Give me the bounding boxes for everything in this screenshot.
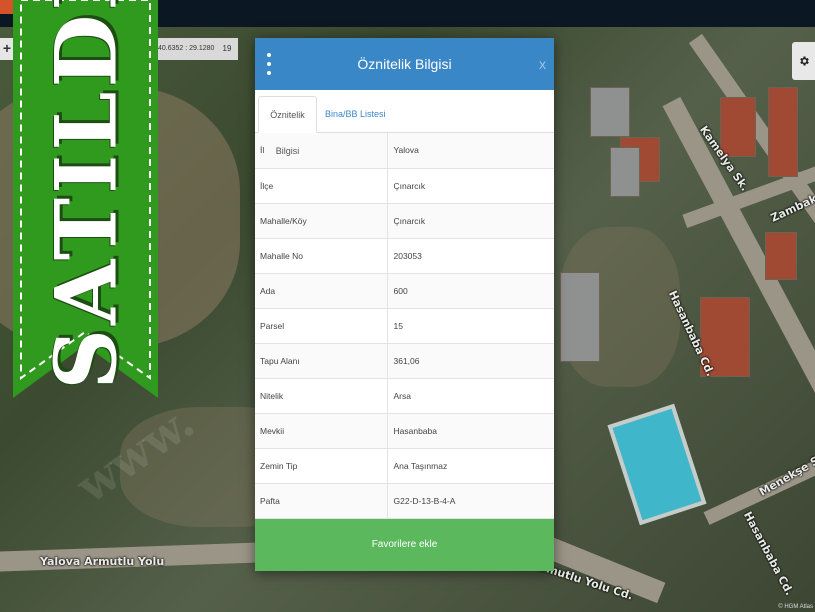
street-label: Hasanbaba Cd. [740,509,797,598]
attribute-value: Hasanbaba [387,413,554,449]
map-attribution: © HGM Atlas [778,604,813,610]
table-row: İlçe Çınarcık [255,168,554,204]
attribute-key: Mahalle/Köy [255,203,388,239]
attribute-key: Mahalle No [255,238,388,274]
zoom-level-readout: 19 [216,38,238,60]
attribute-value: 600 [387,273,554,309]
menu-accent[interactable] [0,0,14,14]
dialog-title: Öznitelik Bilgisi [357,56,452,72]
attribute-value: Çınarcık [387,203,554,239]
table-row: Mahalle No 203053 [255,238,554,274]
table-row: Tapu Alanı 361,06 [255,343,554,379]
attribute-key: İl [255,133,388,169]
table-row: Mevkii Hasanbaba [255,413,554,449]
tab-building-list[interactable]: Bina/BB Listesi [321,96,390,133]
settings-button[interactable] [792,42,815,80]
building [590,87,630,137]
street-label: Menekşe Sk. [756,448,815,499]
table-row: İl Yalova [255,133,554,169]
dialog-tabs: Öznitelik Bilgisi Bina/BB Listesi [255,90,554,156]
attribute-value: Ana Taşınmaz [387,448,554,484]
attribute-key: Parsel [255,308,388,344]
table-row: Pafta G22-D-13-B-4-A [255,483,554,519]
attribute-key: Ada [255,273,388,309]
tab-attribute-info[interactable]: Öznitelik Bilgisi [258,96,317,156]
attribute-key: İlçe [255,168,388,204]
swimming-pool [607,403,707,526]
attribute-value: 15 [387,308,554,344]
banner-text-wrap: SATILDI [21,0,151,389]
table-row: Zemin Tip Ana Taşınmaz [255,448,554,484]
building [560,272,600,362]
building [765,232,797,280]
attribute-key: Nitelik [255,378,388,414]
building [610,147,640,197]
attribute-key: Pafta [255,483,388,519]
table-row: Nitelik Arsa [255,378,554,414]
table-row: Parsel 15 [255,308,554,344]
attribute-value: 361,06 [387,343,554,379]
street-label: Yalova Armutlu Yolu [40,555,165,568]
attribute-key: Zemin Tip [255,448,388,484]
attribute-key: Mevkii [255,413,388,449]
building [768,87,798,177]
attribute-value: 203053 [387,238,554,274]
banner-text: SATILDI [36,0,136,390]
attribute-value: G22-D-13-B-4-A [387,483,554,519]
dialog-header: Öznitelik Bilgisi x [255,38,554,90]
table-row: Mahalle/Köy Çınarcık [255,203,554,239]
zoom-in-button[interactable]: + [0,38,14,60]
attribute-dialog: Öznitelik Bilgisi x Öznitelik Bilgisi Bi… [255,38,554,571]
table-row: Ada 600 [255,273,554,309]
attribute-key: Tapu Alanı [255,343,388,379]
attribute-table: İl Yalova İlçe Çınarcık Mahalle/Köy Çına… [255,133,554,519]
gear-icon [799,56,809,66]
attribute-value: Çınarcık [387,168,554,204]
sold-banner: SATILDI [13,0,158,398]
attribute-value: Yalova [387,133,554,169]
add-to-favorites-button[interactable]: Favorilere ekle [255,519,554,571]
attribute-value: Arsa [387,378,554,414]
close-icon[interactable]: x [539,54,546,74]
